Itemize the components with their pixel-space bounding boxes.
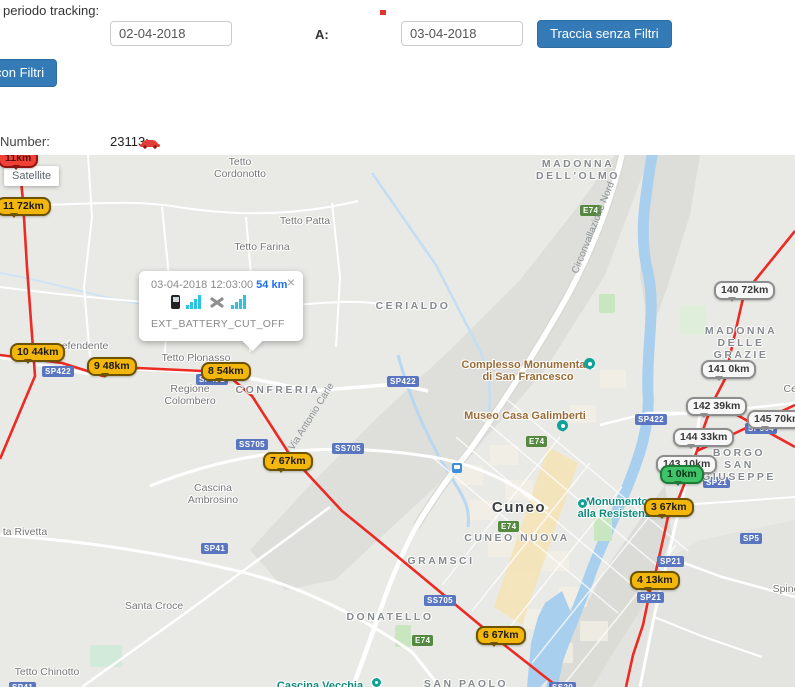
place-label: Tetto Cordonotto [214,156,266,180]
popup-event-text: EXT_BATTERY_CUT_OFF [151,318,285,330]
road-shield: SP422 [635,414,667,425]
trace-without-filters-button[interactable]: Traccia senza Filtri [537,20,672,48]
tracking-info-popup: 03-04-2018 12:03:0054 km × [139,271,303,341]
place-label: Cascina Vecchia [277,680,363,687]
road-shield: SP41 [201,543,228,554]
km-marker[interactable]: 11km [0,155,38,168]
km-marker[interactable]: 10 44km [10,343,65,362]
place-label: Regione Colombero [164,383,215,407]
place-label: ta Rivetta [3,526,47,538]
number-label: Number: [0,134,50,149]
popup-datetime: 03-04-2018 12:03:00 [151,279,253,291]
km-marker[interactable]: 141 0km [701,360,756,379]
km-marker[interactable]: 8 54km [201,362,251,381]
place-label: SAN PAOLO [424,678,508,687]
place-label: Spine [773,583,795,595]
date-to-input[interactable] [401,21,523,46]
place-label: Tetto Chinotto [15,666,80,678]
place-label: Cascina Ambrosino [188,482,238,506]
poi-icon [371,677,382,687]
km-marker[interactable]: 6 67km [476,626,526,645]
km-marker[interactable]: 9 48km [87,357,137,376]
popup-status-icons [171,295,248,309]
poi-icon [557,420,568,431]
place-label: Tetto Patta [280,215,330,227]
popup-distance: 54 km [256,279,287,291]
km-marker[interactable]: 1 0km [660,465,704,484]
battery-device-icon [171,295,180,309]
km-marker[interactable]: 145 70km [747,410,795,429]
poi-icon [577,498,588,509]
road-shield: SP21 [657,556,684,567]
km-marker[interactable]: 140 72km [714,281,775,300]
period-tracking-label: periodo tracking: [3,3,99,18]
place-label: Museo Casa Galimberti [464,410,586,422]
road-shield: E74 [526,436,547,447]
road-shield: SP41 [9,682,36,687]
poi-icon [584,358,595,369]
place-label: Cer [784,383,795,395]
date-from-input[interactable] [110,21,232,46]
close-icon[interactable]: × [287,275,295,289]
road-shield: SS705 [424,595,456,606]
place-label: MADONNA DELL'OLMO [536,158,620,182]
map-artwork [0,155,795,687]
place-label: MADONNA DELLE GRAZIE [705,325,777,361]
trace-with-filters-button[interactable]: con Filtri [0,59,57,87]
place-label: efendente [62,340,109,352]
road-shield: E74 [412,635,433,646]
place-label: Cuneo [492,502,546,514]
place-label: Tetto Farina [234,241,289,253]
gps-signal-icon [231,295,248,309]
km-marker[interactable]: 3 67km [644,498,694,517]
place-label: CONFRERIA [236,384,321,396]
road-shield: E74 [498,521,519,532]
date-to-label: A: [315,27,329,42]
km-marker[interactable]: 142 39km [686,397,747,416]
place-label: Santa Croce [125,600,183,612]
place-label: CUNEO NUOVA [464,532,569,544]
place-label: GRAMSCI [407,555,474,567]
place-label: Complesso Monumentale di San Francesco [461,359,594,383]
poi-icon [452,463,462,473]
km-marker[interactable]: 7 67km [263,452,313,471]
place-label: CERIALDO [376,300,451,312]
place-label: DONATELLO [346,611,433,623]
km-marker[interactable]: 144 33km [673,428,734,447]
road-shield: SP422 [42,366,74,377]
road-shield: SS705 [236,439,268,450]
map-canvas[interactable]: SP422SP422SS705SS705SP422SP422SP21SP5SP2… [0,155,795,687]
km-marker[interactable]: 11 72km [0,197,51,216]
popup-datetime-row: 03-04-2018 12:03:0054 km [151,279,287,291]
tracking-page: periodo tracking: A: Traccia senza Filtr… [0,0,795,687]
road-shield: SS705 [332,443,364,454]
tracking-controls: periodo tracking: A: Traccia senza Filtr… [0,0,795,155]
road-shield: SS20 [549,682,576,687]
red-mark [380,10,386,15]
satellite-tools-icon [209,296,225,309]
car-icon [139,136,161,154]
km-marker[interactable]: 4 13km [630,571,680,590]
road-shield: SP5 [740,533,762,544]
road-shield: SP422 [387,376,419,387]
gsm-signal-icon [186,295,203,309]
